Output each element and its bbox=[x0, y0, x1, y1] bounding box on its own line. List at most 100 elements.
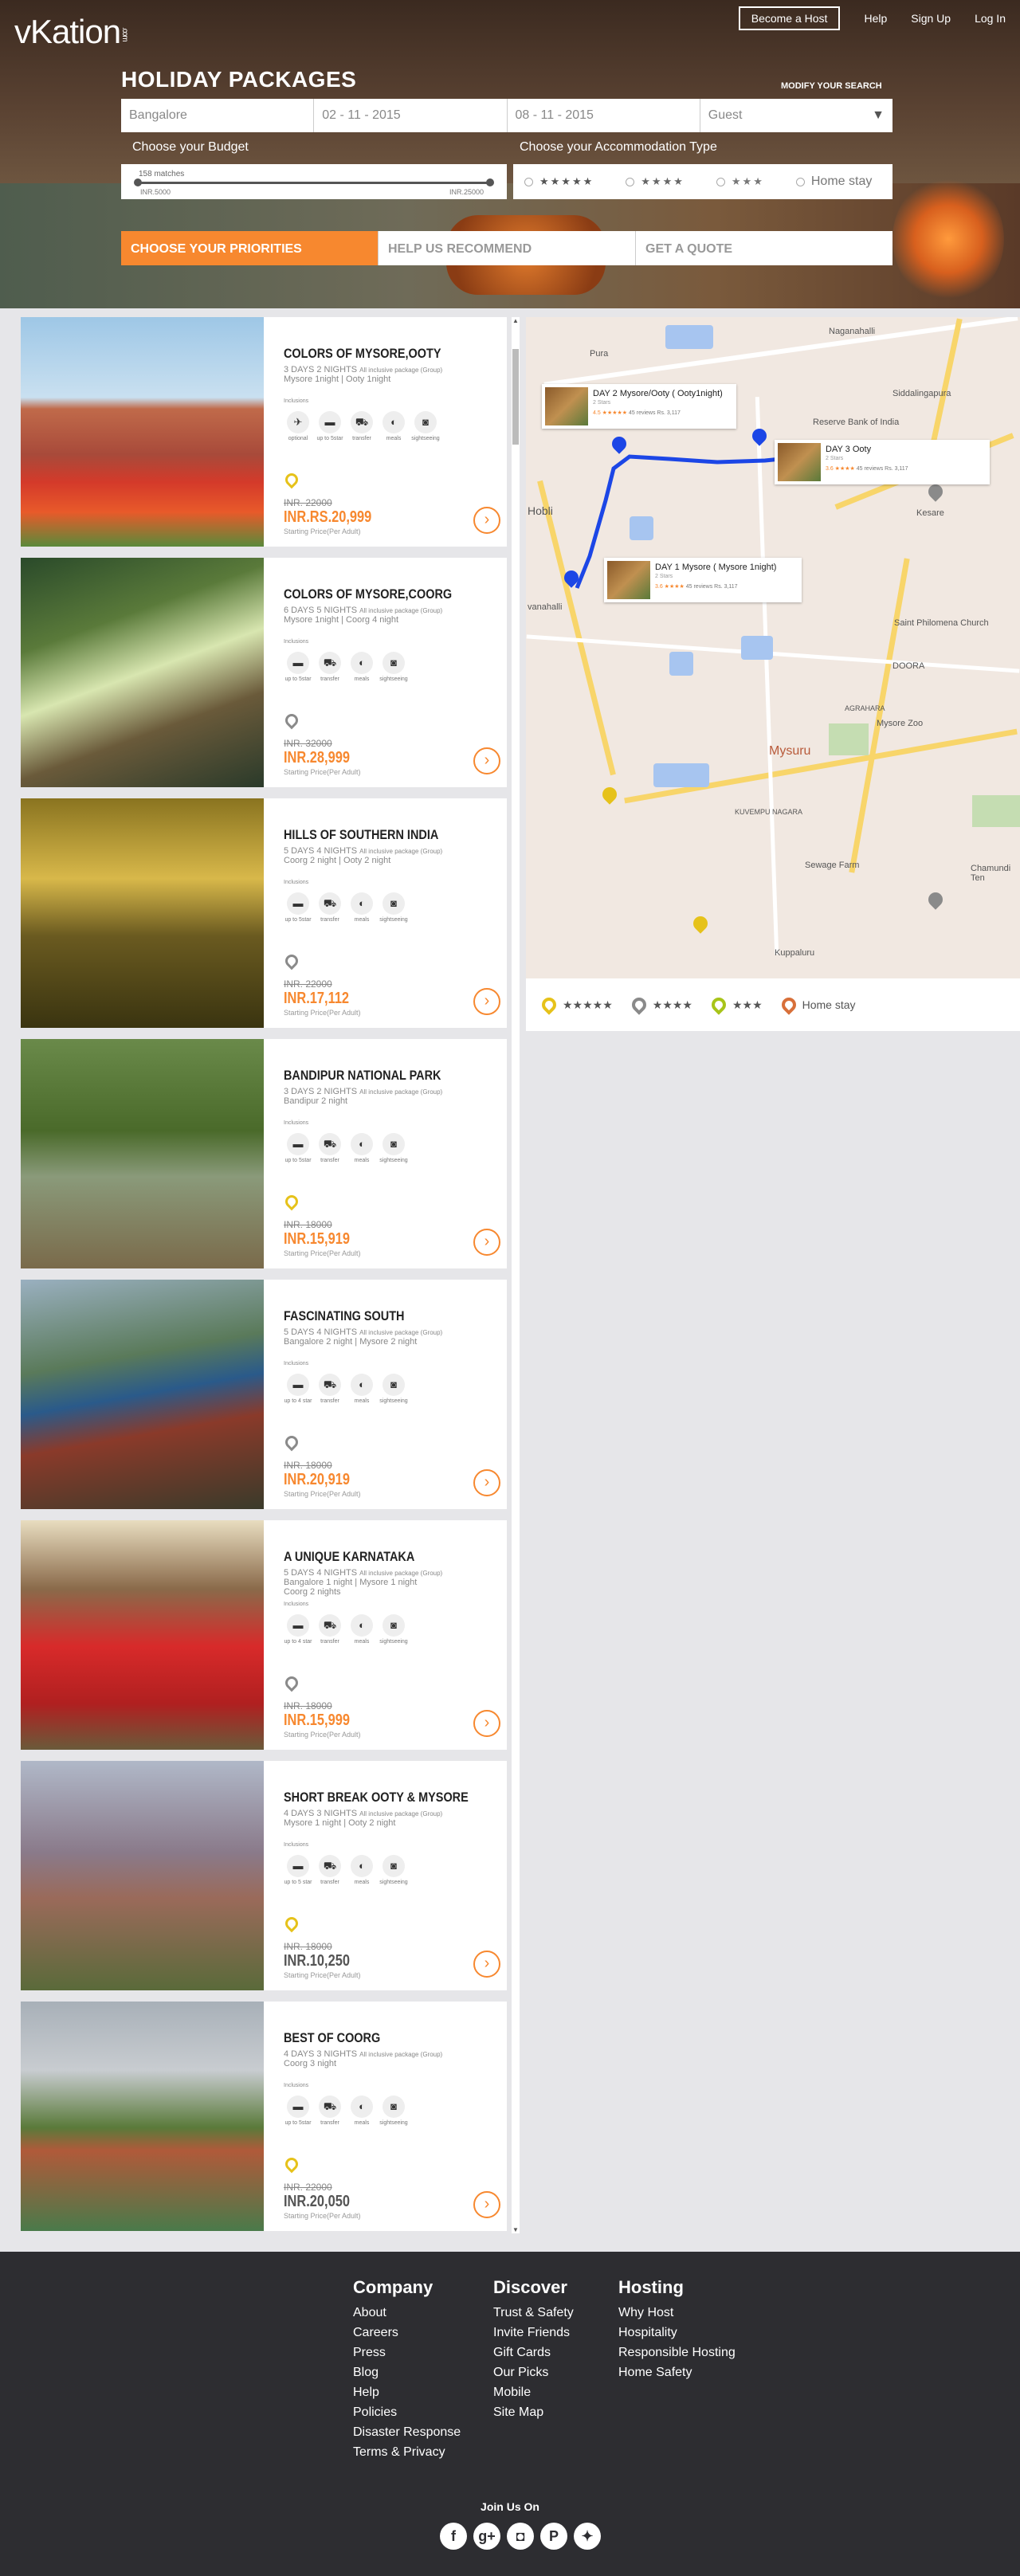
slider-min-handle[interactable] bbox=[134, 178, 142, 186]
chevron-right-icon[interactable]: › bbox=[473, 1229, 500, 1256]
footer-link[interactable]: Invite Friends bbox=[493, 2323, 574, 2343]
chevron-right-icon[interactable]: › bbox=[473, 2191, 500, 2218]
accom-5star[interactable]: ★★★★★ bbox=[524, 175, 594, 188]
tab-recommend[interactable]: HELP US RECOMMEND bbox=[379, 231, 636, 265]
chevron-right-icon[interactable]: › bbox=[473, 747, 500, 774]
footer-link[interactable]: Responsible Hosting bbox=[618, 2343, 736, 2362]
package-photo[interactable] bbox=[21, 1761, 264, 1990]
package-card[interactable]: BANDIPUR NATIONAL PARK 3 DAYS 2 NIGHTS A… bbox=[21, 1039, 507, 1268]
footer-link[interactable]: Hospitality bbox=[618, 2323, 736, 2343]
package-card[interactable]: HILLS OF SOUTHERN INDIA 5 DAYS 4 NIGHTS … bbox=[21, 798, 507, 1028]
package-route: Bangalore 2 night | Mysore 2 night bbox=[284, 1337, 418, 1347]
map-label: Naganahalli bbox=[829, 327, 876, 336]
package-title[interactable]: A UNIQUE KARNATAKA bbox=[284, 1549, 414, 1565]
chevron-right-icon[interactable]: › bbox=[473, 1951, 500, 1978]
nav-help[interactable]: Help bbox=[864, 12, 887, 25]
scroll-down-icon[interactable]: ▼ bbox=[512, 2226, 519, 2233]
radio-icon bbox=[716, 177, 725, 186]
chevron-right-icon[interactable]: › bbox=[473, 988, 500, 1015]
accom-3star[interactable]: ★★★ bbox=[716, 175, 764, 188]
package-card[interactable]: SHORT BREAK OOTY & MYSORE 4 DAYS 3 NIGHT… bbox=[21, 1761, 507, 1990]
footer-link[interactable]: Disaster Response bbox=[353, 2422, 461, 2442]
package-duration: 4 DAYS 3 NIGHTS All inclusive package (G… bbox=[284, 2049, 443, 2059]
package-photo[interactable] bbox=[21, 798, 264, 1028]
inclusion-icon: ▬ bbox=[287, 1374, 309, 1396]
inclusion-icon: ◙ bbox=[382, 1855, 405, 1877]
footer-link[interactable]: Policies bbox=[353, 2402, 461, 2422]
inclusion-item: ◙ sightseeing bbox=[379, 1374, 408, 1404]
package-card[interactable]: COLORS OF MYSORE,COORG 6 DAYS 5 NIGHTS A… bbox=[21, 558, 507, 787]
package-photo[interactable] bbox=[21, 1520, 264, 1750]
become-host-button[interactable]: Become a Host bbox=[738, 6, 841, 30]
footer-link[interactable]: Terms & Privacy bbox=[353, 2442, 461, 2462]
footer-link[interactable]: Press bbox=[353, 2343, 461, 2362]
chevron-right-icon[interactable]: › bbox=[473, 1710, 500, 1737]
scroll-thumb[interactable] bbox=[512, 349, 519, 445]
accom-4star[interactable]: ★★★★ bbox=[626, 175, 685, 188]
footer-heading: Discover bbox=[493, 2277, 567, 2297]
footer-link[interactable]: Help bbox=[353, 2382, 461, 2402]
twitter-icon[interactable]: ✦ bbox=[574, 2523, 601, 2550]
footer-link[interactable]: About bbox=[353, 2303, 461, 2323]
footer-link[interactable]: Mobile bbox=[493, 2382, 574, 2402]
footer-link[interactable]: Site Map bbox=[493, 2402, 574, 2422]
slider-max-handle[interactable] bbox=[486, 178, 494, 186]
map-popup-day1[interactable]: DAY 1 Mysore ( Mysore 1night) 2 Stars 3.… bbox=[604, 558, 802, 602]
package-card[interactable]: COLORS OF MYSORE,OOTY 3 DAYS 2 NIGHTS Al… bbox=[21, 317, 507, 547]
package-photo[interactable] bbox=[21, 1280, 264, 1509]
logo[interactable]: vKation.com bbox=[14, 13, 129, 51]
footer-link[interactable]: Careers bbox=[353, 2323, 461, 2343]
footer-link[interactable]: Why Host bbox=[618, 2303, 736, 2323]
package-title[interactable]: FASCINATING SOUTH bbox=[284, 1308, 404, 1324]
instagram-icon[interactable]: ◘ bbox=[507, 2523, 534, 2550]
package-info: COLORS OF MYSORE,OOTY 3 DAYS 2 NIGHTS Al… bbox=[282, 317, 503, 547]
package-photo[interactable] bbox=[21, 317, 264, 547]
nav-login[interactable]: Log In bbox=[975, 12, 1006, 25]
modify-search-link[interactable]: MODIFY YOUR SEARCH bbox=[781, 81, 882, 91]
inclusion-icon: ✈ bbox=[287, 411, 309, 433]
accom-homestay[interactable]: Home stay bbox=[795, 174, 872, 189]
package-photo[interactable] bbox=[21, 558, 264, 787]
footer-link[interactable]: Blog bbox=[353, 2362, 461, 2382]
package-title[interactable]: BANDIPUR NATIONAL PARK bbox=[284, 1068, 441, 1084]
pinterest-icon[interactable]: P bbox=[540, 2523, 567, 2550]
facebook-icon[interactable]: f bbox=[440, 2523, 467, 2550]
package-card[interactable]: A UNIQUE KARNATAKA 5 DAYS 4 NIGHTS All i… bbox=[21, 1520, 507, 1750]
guest-select[interactable]: Guest ▼ bbox=[700, 99, 892, 132]
package-title[interactable]: BEST OF COORG bbox=[284, 2030, 380, 2046]
inclusions-list: ▬ up to 5 star ⛟ transfer ◐ meals ◙ sightseeing bbox=[284, 1855, 411, 1885]
scroll-up-icon[interactable]: ▲ bbox=[512, 317, 519, 324]
package-photo[interactable] bbox=[21, 2002, 264, 2231]
package-duration: 5 DAYS 4 NIGHTS All inclusive package (G… bbox=[284, 846, 443, 856]
route-map[interactable]: Pura Naganahalli Siddalingapura Reserve … bbox=[526, 317, 1020, 978]
package-title[interactable]: COLORS OF MYSORE,COORG bbox=[284, 586, 452, 602]
footer-link[interactable]: Trust & Safety bbox=[493, 2303, 574, 2323]
destination-input[interactable]: Bangalore bbox=[121, 99, 315, 132]
inclusion-item: ◐ meals bbox=[347, 652, 376, 682]
tab-priorities[interactable]: CHOOSE YOUR PRIORITIES bbox=[121, 231, 379, 265]
google-plus-icon[interactable]: g+ bbox=[473, 2523, 500, 2550]
map-popup-day3[interactable]: DAY 3 Ooty 2 Stars 3.6 ★★★★ 45 reviews R… bbox=[775, 440, 990, 484]
package-card[interactable]: FASCINATING SOUTH 5 DAYS 4 NIGHTS All in… bbox=[21, 1280, 507, 1509]
footer-link[interactable]: Our Picks bbox=[493, 2362, 574, 2382]
footer-link[interactable]: Home Safety bbox=[618, 2362, 736, 2382]
inclusion-item: ⛟ transfer bbox=[316, 1133, 344, 1163]
list-scrollbar[interactable]: ▲ ▼ bbox=[512, 317, 520, 2233]
nav-signup[interactable]: Sign Up bbox=[911, 12, 951, 25]
checkout-input[interactable]: 08 - 11 - 2015 bbox=[508, 99, 700, 132]
package-card[interactable]: BEST OF COORG 4 DAYS 3 NIGHTS All inclus… bbox=[21, 2002, 507, 2231]
inclusion-item: ◙ sightseeing bbox=[379, 892, 408, 923]
budget-label: Choose your Budget bbox=[132, 140, 249, 154]
package-title[interactable]: COLORS OF MYSORE,OOTY bbox=[284, 346, 441, 362]
map-popup-day2[interactable]: DAY 2 Mysore/Ooty ( Ooty1night) 2 Stars … bbox=[542, 384, 736, 429]
chevron-right-icon[interactable]: › bbox=[473, 507, 500, 534]
popup-reviews: 4.5 ★★★★★ 45 reviews Rs. 3,117 bbox=[593, 410, 681, 416]
chevron-right-icon[interactable]: › bbox=[473, 1469, 500, 1496]
package-photo[interactable] bbox=[21, 1039, 264, 1268]
package-title[interactable]: SHORT BREAK OOTY & MYSORE bbox=[284, 1790, 469, 1806]
budget-slider[interactable]: 158 matches INR.5000 INR.25000 bbox=[121, 164, 507, 199]
checkin-input[interactable]: 02 - 11 - 2015 bbox=[314, 99, 508, 132]
package-title[interactable]: HILLS OF SOUTHERN INDIA bbox=[284, 827, 438, 843]
footer-link[interactable]: Gift Cards bbox=[493, 2343, 574, 2362]
tab-quote[interactable]: GET A QUOTE bbox=[636, 231, 892, 265]
